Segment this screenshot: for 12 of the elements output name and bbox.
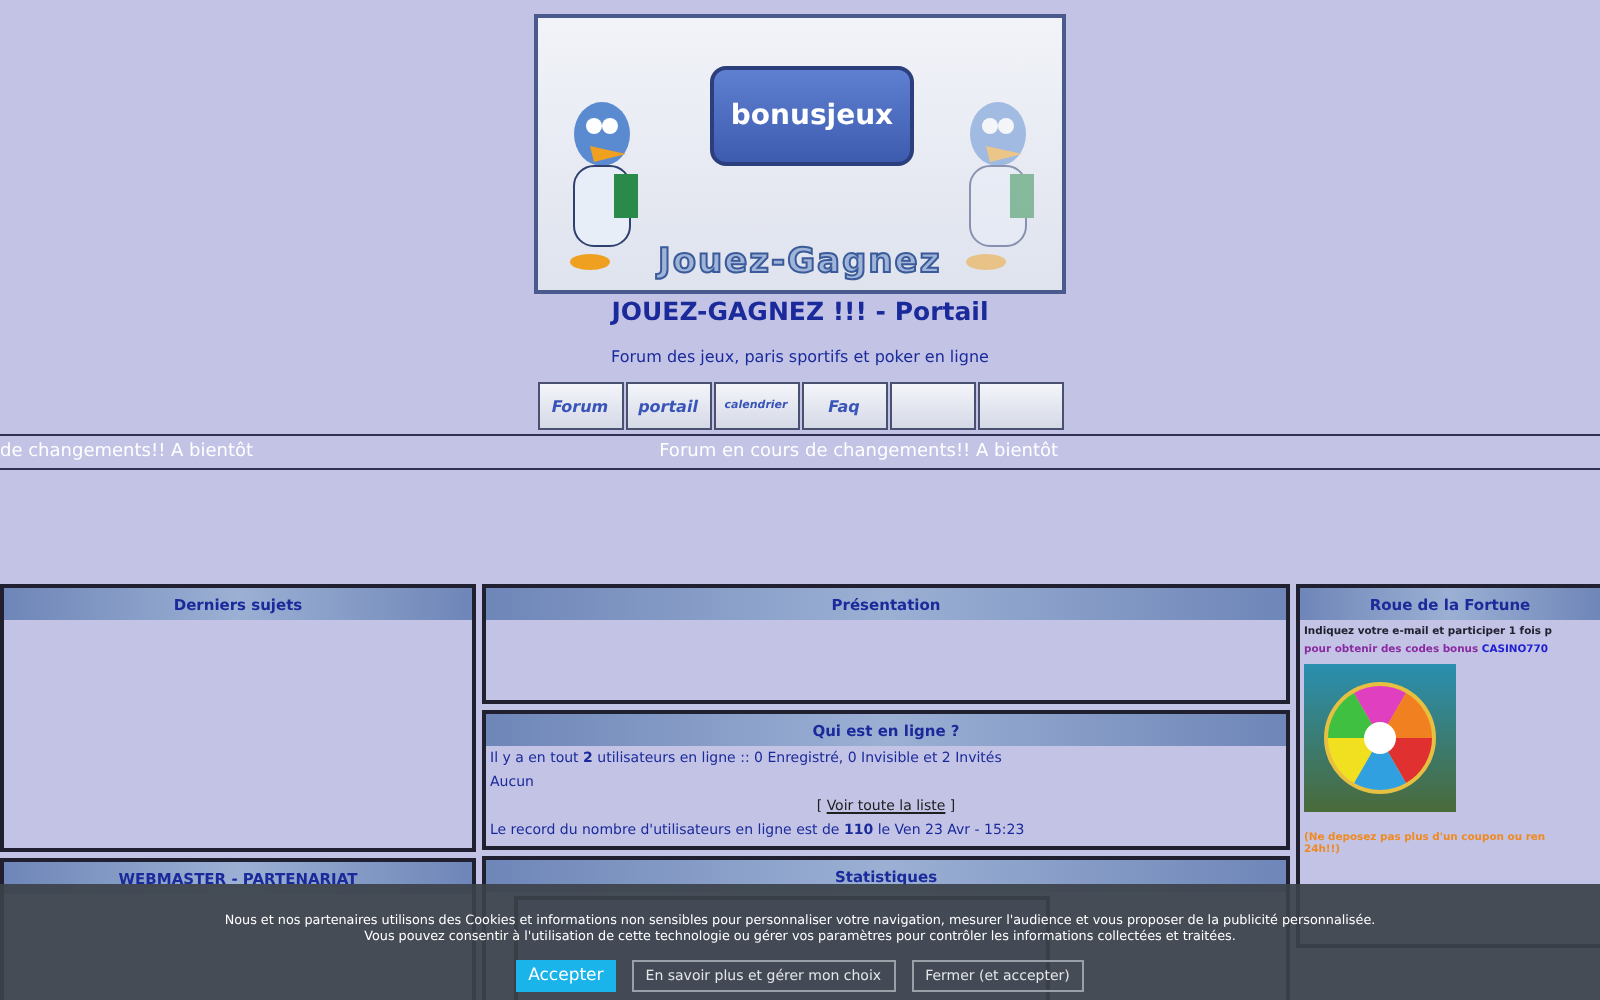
speech-bubble: bonusjeux [710, 66, 914, 166]
marquee-text: Forum en cours de changements!! A bientôt [659, 442, 1059, 462]
marquee-text: de changements!! A bientôt [0, 442, 254, 462]
wheel-drawing [1320, 678, 1440, 798]
nav-button[interactable] [889, 382, 975, 430]
nav-button[interactable]: Faq [801, 382, 887, 430]
nav-button[interactable]: Forum [537, 382, 623, 430]
site-description: Forum des jeux, paris sportifs et poker en ligne [611, 348, 989, 366]
nav-button[interactable]: portail [625, 382, 711, 430]
banner-slogan: Jouez-Gagnez [658, 242, 942, 282]
nav-button[interactable] [977, 382, 1063, 430]
site-title: JOUEZ-GAGNEZ !!! - Portail [611, 296, 989, 326]
